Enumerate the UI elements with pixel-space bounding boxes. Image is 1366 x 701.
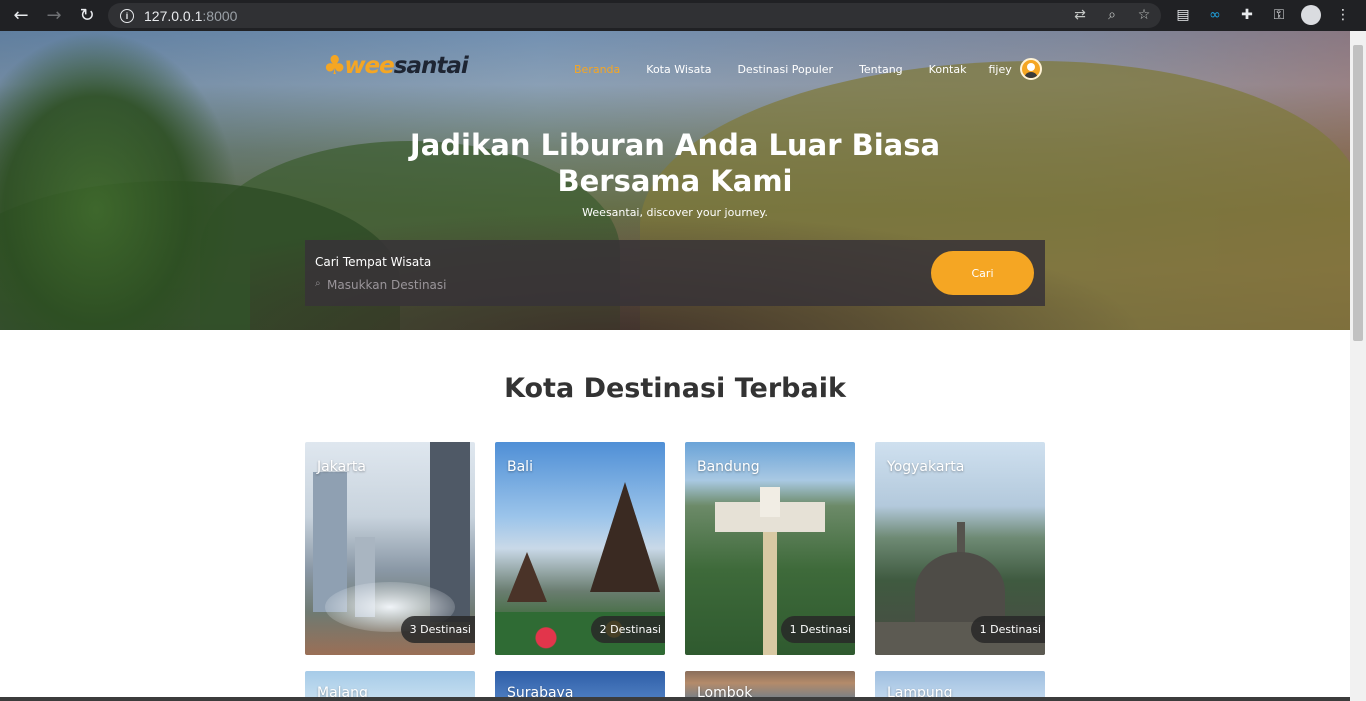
translate-icon[interactable]: ⇄ xyxy=(1071,5,1089,25)
city-name: Yogyakarta xyxy=(887,459,965,475)
info-icon[interactable]: i xyxy=(120,8,134,23)
back-button[interactable]: ← xyxy=(6,3,36,27)
destination-count-badge: 1 Destinasi xyxy=(970,616,1045,643)
menu-item-kontak[interactable]: Kontak xyxy=(929,63,967,76)
star-icon[interactable]: ☆ xyxy=(1135,5,1153,25)
main-menu: Beranda Kota Wisata Destinasi Populer Te… xyxy=(574,58,1042,80)
section-title: Kota Destinasi Terbaik xyxy=(504,373,846,404)
city-name: Jakarta xyxy=(317,459,366,475)
infinity-icon[interactable]: ∞ xyxy=(1204,3,1226,27)
city-name: Bandung xyxy=(697,459,760,475)
reload-button[interactable]: ↻ xyxy=(72,3,102,27)
url-host: 127.0.0.1 xyxy=(144,7,203,24)
city-card-bandung[interactable]: Bandung 1 Destinasi xyxy=(685,442,855,655)
username[interactable]: fijey xyxy=(988,63,1011,76)
city-card-yogyakarta[interactable]: Yogyakarta 1 Destinasi xyxy=(875,442,1045,655)
hero-subtitle: Weesantai, discover your journey. xyxy=(582,206,768,219)
forward-button[interactable]: → xyxy=(39,3,69,27)
zoom-icon[interactable]: ⌕ xyxy=(1103,5,1121,25)
destination-count-badge: 2 Destinasi xyxy=(590,616,665,643)
search-panel: Cari Tempat Wisata ⌕ Cari xyxy=(305,240,1045,306)
profile-icon[interactable] xyxy=(1300,3,1322,27)
search-input[interactable] xyxy=(327,276,907,294)
menu-item-tentang[interactable]: Tentang xyxy=(859,63,903,76)
city-card-jakarta[interactable]: Jakarta 3 Destinasi xyxy=(305,442,475,655)
bottom-bar xyxy=(0,697,1350,701)
search-icon: ⌕ xyxy=(315,278,321,289)
key-icon[interactable]: ⚿ xyxy=(1268,3,1290,27)
address-bar[interactable]: i 127.0.0.1:8000 ⇄ ⌕ ☆ xyxy=(108,3,1161,28)
menu-icon[interactable]: ⋮ xyxy=(1332,3,1354,27)
document-icon[interactable]: ▤ xyxy=(1172,3,1194,27)
search-button[interactable]: Cari xyxy=(931,251,1034,295)
search-label: Cari Tempat Wisata xyxy=(315,255,432,269)
palm-icon: ♣ xyxy=(323,51,347,81)
hero-title: Jadikan Liburan Anda Luar Biasa Bersama … xyxy=(409,128,941,198)
scrollbar-thumb[interactable] xyxy=(1353,45,1363,341)
page-viewport: ♣ weesantai Beranda Kota Wisata Destinas… xyxy=(0,31,1366,701)
city-name: Bali xyxy=(507,459,533,475)
destination-count-badge: 1 Destinasi xyxy=(780,616,855,643)
destination-count-badge: 3 Destinasi xyxy=(400,616,475,643)
puzzle-icon[interactable]: ✚ xyxy=(1236,3,1258,27)
avatar[interactable] xyxy=(1019,58,1042,80)
menu-item-kota-wisata[interactable]: Kota Wisata xyxy=(646,63,711,76)
user-menu[interactable]: fijey xyxy=(988,58,1042,80)
brand-logo[interactable]: ♣ weesantai xyxy=(323,51,469,81)
menu-item-destinasi-populer[interactable]: Destinasi Populer xyxy=(737,63,833,76)
browser-toolbar: ← → ↻ i 127.0.0.1:8000 ⇄ ⌕ ☆ ▤ ∞ ✚ ⚿ ⋮ xyxy=(0,0,1366,31)
url-port: :8000 xyxy=(202,7,238,24)
city-card-bali[interactable]: Bali 2 Destinasi xyxy=(495,442,665,655)
vertical-scrollbar[interactable] xyxy=(1350,31,1366,701)
hero-section: ♣ weesantai Beranda Kota Wisata Destinas… xyxy=(0,31,1350,330)
menu-item-beranda[interactable]: Beranda xyxy=(574,63,620,76)
